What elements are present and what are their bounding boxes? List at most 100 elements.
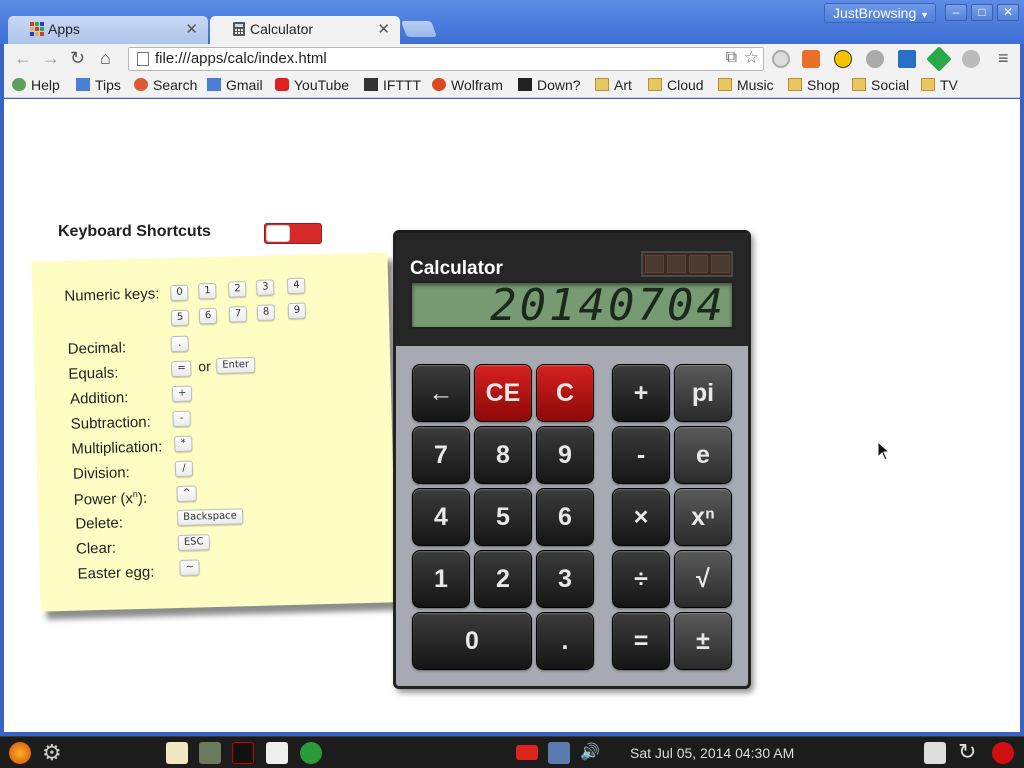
tab-title: Apps [48,21,80,37]
bookmark-folder-art[interactable]: Art [595,77,632,93]
key-badge: 9 [287,302,307,320]
drive-extension-icon[interactable] [926,46,952,72]
refresh-icon[interactable]: ↻ [958,739,976,765]
clear-entry-button[interactable]: CE [474,364,532,422]
maximize-button[interactable]: □ [971,4,993,21]
bookmark-ifttt[interactable]: IFTTT [364,77,421,93]
page-action-icon[interactable]: ⧉ [726,49,737,67]
key-badge: / [174,460,194,478]
settings-gear-icon[interactable]: ⚙ [42,740,62,766]
solar-panel [641,251,733,277]
search-extension-icon[interactable] [772,50,790,68]
sqrt-button[interactable]: √ [674,550,732,608]
chevron-down-icon: ▼ [920,10,930,20]
sign-toggle-button[interactable]: ± [674,612,732,670]
shortcut-label: Multiplication: [71,438,163,458]
help-icon [12,78,26,91]
bookmark-folder-social[interactable]: Social [852,77,909,93]
pi-button[interactable]: pi [674,364,732,422]
star-icon[interactable]: ☆ [744,48,759,68]
clear-button[interactable]: C [536,364,594,422]
folder-icon [921,78,935,91]
shortcut-label: Delete: [75,514,124,533]
bookmark-down[interactable]: Down? [518,77,581,93]
back-icon[interactable]: ← [14,48,32,69]
bookmark-folder-tv[interactable]: TV [921,77,958,93]
equals-button[interactable]: = [612,612,670,670]
tab-calculator[interactable]: Calculator ✕ [210,16,400,44]
network-icon[interactable] [548,742,570,764]
tab-apps[interactable]: Apps ✕ [8,16,208,44]
bookmark-search[interactable]: Search [134,77,197,93]
money-icon[interactable] [300,742,322,764]
digit-4-button[interactable]: 4 [412,488,470,546]
taskbar-clock[interactable]: Sat Jul 05, 2014 04:30 AM [630,745,794,761]
shortcut-label: Equals: [68,364,119,383]
display-icon[interactable] [924,742,946,764]
chat-extension-icon[interactable] [962,50,980,68]
bookmark-folder-shop[interactable]: Shop [788,77,840,93]
euler-button[interactable]: e [674,426,732,484]
divide-button[interactable]: ÷ [612,550,670,608]
decimal-button[interactable]: . [536,612,594,670]
bookmarks-bar: Help Tips Search Gmail YouTube IFTTT Wol… [4,74,1020,98]
address-bar[interactable]: file:///apps/calc/index.html ⧉ ☆ [128,47,764,71]
reload-icon[interactable]: ↻ [70,48,85,69]
forward-icon[interactable]: → [42,48,60,69]
digit-5-button[interactable]: 5 [474,488,532,546]
volume-icon[interactable]: 🔊 [580,742,600,762]
close-icon[interactable]: ✕ [377,20,390,38]
close-icon[interactable]: ✕ [185,20,198,38]
profile-button[interactable]: JustBrowsing ▼ [824,3,936,23]
bookmark-youtube[interactable]: YouTube [275,77,349,93]
key-badge: Backspace [177,508,244,526]
bookmark-tips[interactable]: Tips [76,77,121,93]
key-badge: 4 [286,277,306,295]
new-tab-button[interactable] [401,21,437,37]
page-icon [137,52,149,66]
subtract-button[interactable]: - [612,426,670,484]
key-badge: + [171,385,193,403]
key-badge: 1 [198,282,217,300]
mail-icon[interactable] [266,742,288,764]
tab-title: Calculator [250,21,314,37]
youtube-icon [275,78,289,91]
keyboard-shortcuts-toggle[interactable] [264,223,322,244]
digit-6-button[interactable]: 6 [536,488,594,546]
minimize-button[interactable]: – [945,4,967,21]
bookmark-help[interactable]: Help [12,77,60,93]
home-icon[interactable]: ⌂ [100,48,111,69]
honey-extension-icon[interactable] [834,50,852,68]
screen-extension-icon[interactable] [898,50,916,68]
bookmark-gmail[interactable]: Gmail [207,77,263,93]
bookmark-folder-music[interactable]: Music [718,77,774,93]
address-text: file:///apps/calc/index.html [155,50,327,67]
firefox-icon[interactable] [9,742,31,764]
digit-0-button[interactable]: 0 [412,612,532,670]
lock-extension-icon[interactable] [866,50,884,68]
digit-2-button[interactable]: 2 [474,550,532,608]
menu-icon[interactable]: ≡ [998,48,1009,69]
digit-1-button[interactable]: 1 [412,550,470,608]
calculator-title: Calculator [410,258,503,279]
text-editor-icon[interactable] [166,742,188,764]
multiply-button[interactable]: × [612,488,670,546]
vietnam-flag-icon[interactable] [516,745,538,760]
taskbar: ⚙ 🔊 Sat Jul 05, 2014 04:30 AM ↻ [0,736,1024,768]
calculator-app-icon[interactable] [199,742,221,764]
backspace-button[interactable]: ← [412,364,470,422]
power-button[interactable]: xⁿ [674,488,732,546]
digit-3-button[interactable]: 3 [536,550,594,608]
add-button[interactable]: + [612,364,670,422]
bookmark-wolfram[interactable]: Wolfram [432,77,503,93]
shortcut-label: Decimal: [67,339,127,358]
power-icon[interactable] [992,742,1014,764]
close-window-button[interactable]: ✕ [997,4,1019,21]
digit-9-button[interactable]: 9 [536,426,594,484]
fox-extension-icon[interactable] [802,50,820,68]
digit-7-button[interactable]: 7 [412,426,470,484]
bookmark-folder-cloud[interactable]: Cloud [648,77,704,93]
digit-8-button[interactable]: 8 [474,426,532,484]
key-badge: * [174,435,193,453]
clock-app-icon[interactable] [232,742,254,764]
